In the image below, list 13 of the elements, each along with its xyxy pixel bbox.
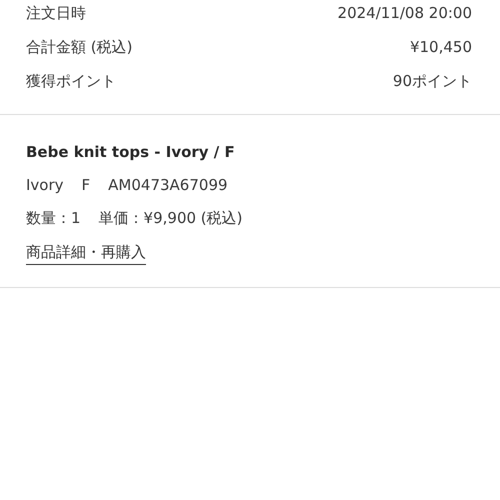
unit-price-text: 単価：¥9,900 (税込) <box>98 209 243 228</box>
summary-label: 注文日時 <box>26 4 86 22</box>
summary-label: 合計金額 (税込) <box>26 38 132 56</box>
summary-value: 90ポイント <box>392 72 472 90</box>
variant-text: AM0473A67099 <box>108 176 228 194</box>
summary-label: 獲得ポイント <box>26 72 116 90</box>
item-title: Bebe knit tops - Ivory / F <box>26 143 236 161</box>
variant-text: Ivory <box>26 176 64 194</box>
variant-text: F <box>82 176 90 194</box>
summary-value: 2024/11/08 20:00 <box>338 4 472 22</box>
details-link[interactable]: 商品詳細・再購入 <box>26 243 146 265</box>
quantity-text: 数量：1 <box>26 209 81 228</box>
summary-value: ¥10,450 <box>410 38 472 56</box>
